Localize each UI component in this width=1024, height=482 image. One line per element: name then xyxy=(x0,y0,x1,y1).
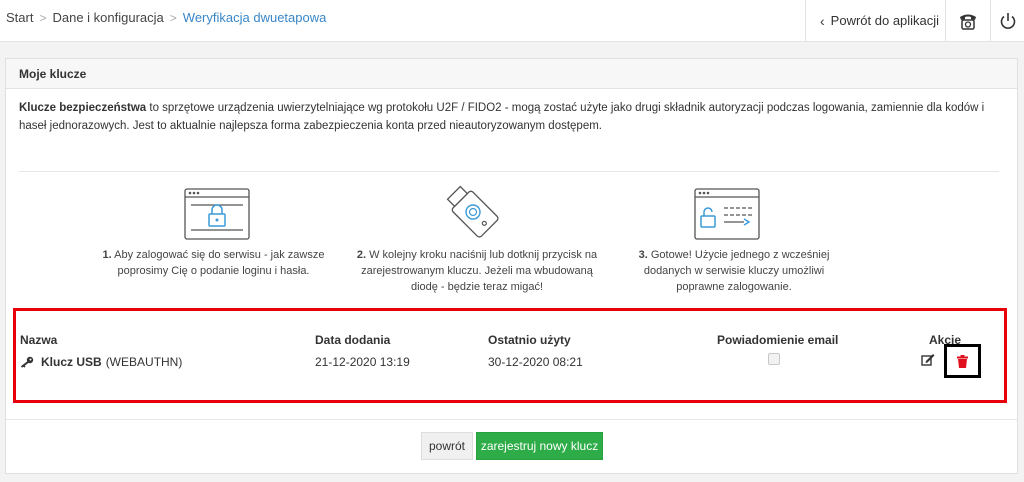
key-name: Klucz USB xyxy=(41,355,102,369)
email-notify-checkbox[interactable] xyxy=(768,353,780,365)
back-to-app-label: Powrót do aplikacji xyxy=(830,13,940,28)
step-1-body: Aby zalogować się do serwisu - jak zawsz… xyxy=(111,249,325,277)
step-1-text: 1. Aby zalogować się do serwisu - jak za… xyxy=(101,247,326,279)
edit-icon[interactable] xyxy=(921,353,935,366)
table-row: Klucz USB (WEBAUTHN) xyxy=(20,355,182,369)
breadcrumb-current: Weryfikacja dwuetapowa xyxy=(182,10,327,25)
logout-button[interactable] xyxy=(990,0,1024,41)
header-email-notify: Powiadomienie email xyxy=(717,333,839,347)
key-added-date: 21-12-2020 13:19 xyxy=(315,355,410,369)
panel-title: Moje klucze xyxy=(6,59,1017,89)
footer-divider xyxy=(5,419,1018,420)
breadcrumb-separator: > xyxy=(39,10,47,25)
step-2-body: W kolejny kroku naciśnij lub dotknij prz… xyxy=(361,249,598,293)
step-1-number: 1. xyxy=(102,249,112,261)
browser-lock-icon xyxy=(184,188,250,240)
usb-key-icon xyxy=(446,185,499,238)
breadcrumb-settings[interactable]: Dane i konfiguracja xyxy=(52,10,163,25)
step-2-number: 2. xyxy=(356,249,367,261)
phone-icon xyxy=(960,14,976,30)
keys-table: Nazwa Data dodania Ostatnio użyty Powiad… xyxy=(13,308,1007,403)
step-3-body: Gotowe! Użycie jednego z wcześniej dodan… xyxy=(643,249,830,293)
top-bar: Start > Dane i konfiguracja > Weryfikacj… xyxy=(0,0,1024,42)
delete-button[interactable] xyxy=(944,344,981,378)
key-type: (WEBAUTHN) xyxy=(105,355,183,369)
header-last-used: Ostatnio użyty xyxy=(488,333,571,347)
intro-text: Klucze bezpieczeństwa to sprzętowe urząd… xyxy=(19,99,1004,135)
back-to-app-button[interactable]: ‹ Powrót do aplikacji xyxy=(805,0,945,41)
breadcrumb: Start > Dane i konfiguracja > Weryfikacj… xyxy=(6,10,326,25)
breadcrumb-separator: > xyxy=(169,10,177,25)
step-2-text: 2. W kolejny kroku naciśnij lub dotknij … xyxy=(351,247,603,295)
key-icon xyxy=(20,356,34,368)
key-last-used-date: 30-12-2020 08:21 xyxy=(488,355,583,369)
chevron-left-icon: ‹ xyxy=(820,12,825,29)
step-3-number: 3. xyxy=(638,249,648,261)
browser-unlock-icon xyxy=(694,188,760,240)
power-icon xyxy=(1000,12,1015,29)
header-added: Data dodania xyxy=(315,333,391,347)
divider xyxy=(19,171,999,172)
keys-panel: Moje klucze Klucze bezpieczeństwa to spr… xyxy=(5,58,1018,474)
intro-bold: Klucze bezpieczeństwa xyxy=(19,102,147,114)
trash-icon xyxy=(957,354,968,368)
phone-button[interactable] xyxy=(945,0,990,41)
back-button[interactable]: powrót xyxy=(421,432,473,460)
breadcrumb-start[interactable]: Start xyxy=(6,10,33,25)
header-name: Nazwa xyxy=(20,333,58,347)
intro-rest: to sprzętowe urządzenia uwierzytelniając… xyxy=(19,102,985,132)
step-3-text: 3. Gotowe! Użycie jednego z wcześniej do… xyxy=(621,247,847,295)
register-key-button[interactable]: zarejestruj nowy klucz xyxy=(476,432,603,460)
